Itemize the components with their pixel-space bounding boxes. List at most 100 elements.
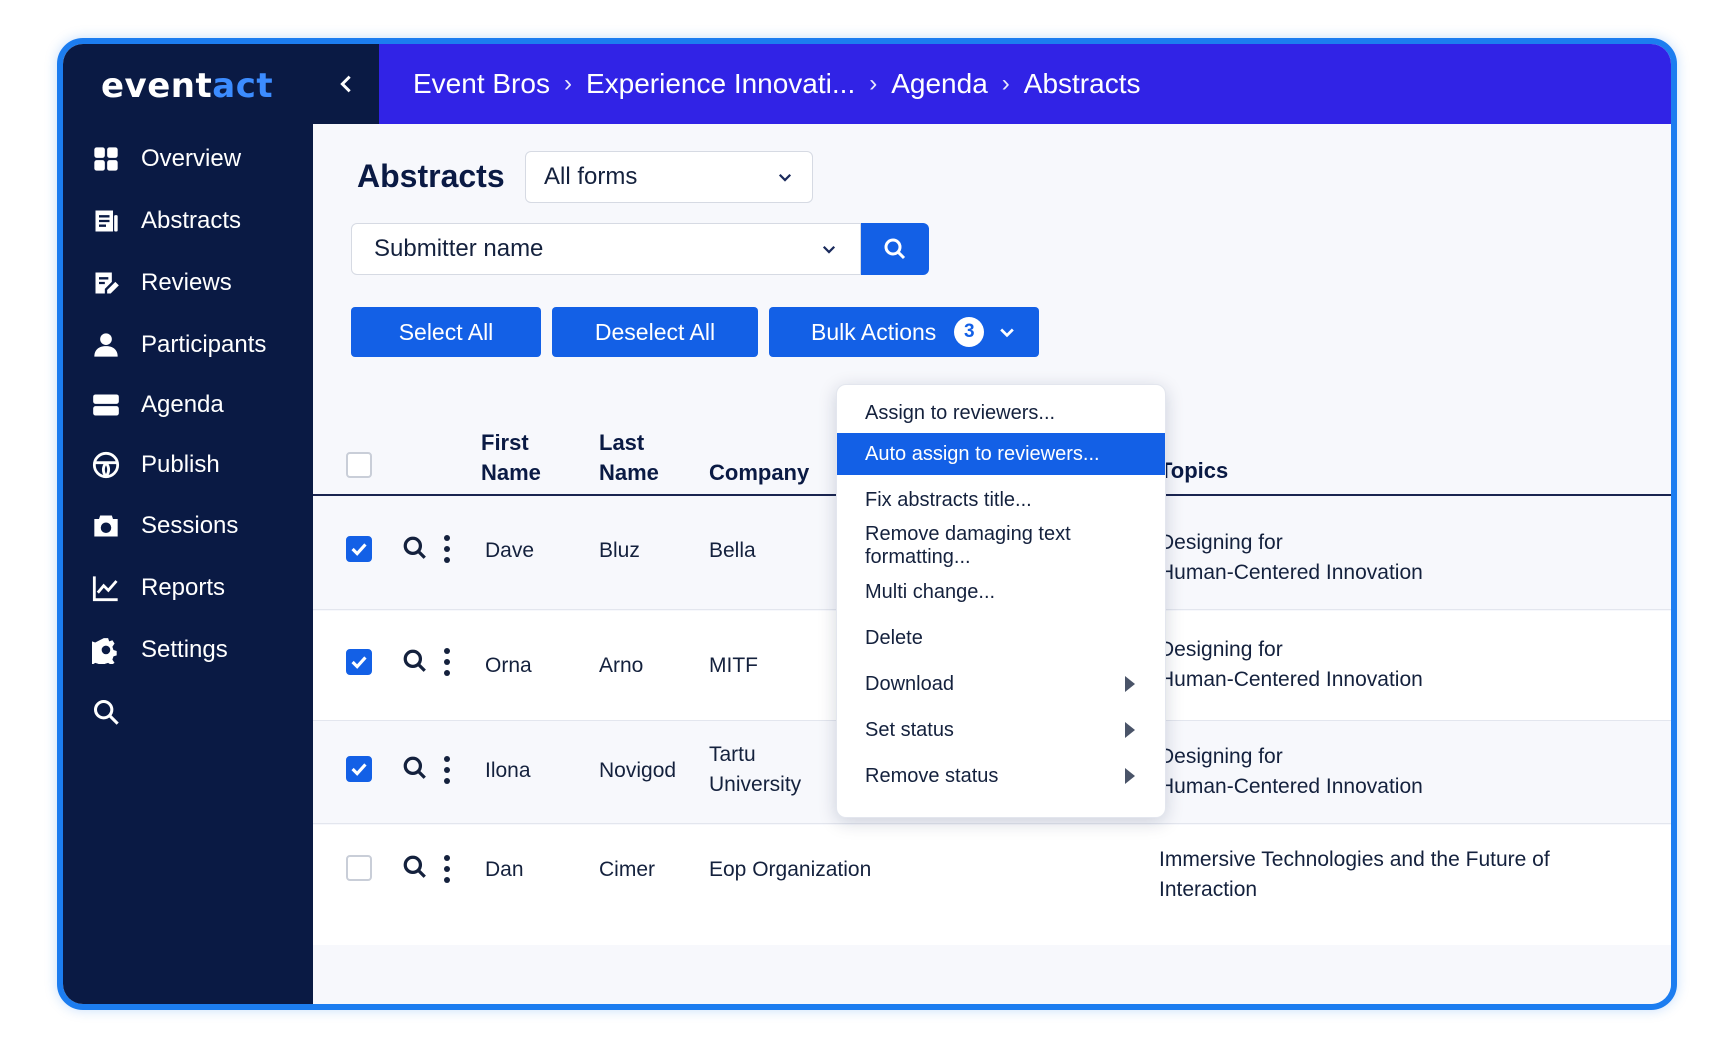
row-checkbox[interactable]: [346, 649, 372, 675]
bulk-actions-label: Bulk Actions: [811, 318, 937, 345]
caret-right-icon: [1125, 676, 1135, 692]
view-icon[interactable]: [402, 535, 430, 563]
caret-right-icon: [1125, 768, 1135, 784]
sidebar-item-label: Reports: [141, 574, 226, 601]
cell-company: Tartu University: [709, 743, 802, 796]
menu-item-multi-change[interactable]: Multi change...: [837, 570, 1165, 614]
breadcrumb-item-abstracts[interactable]: Abstracts: [1024, 68, 1141, 100]
sidebar-item-label: Sessions: [141, 512, 239, 539]
more-options-icon[interactable]: [442, 535, 452, 563]
bulk-actions-button[interactable]: Bulk Actions 3: [769, 307, 1039, 357]
form-select[interactable]: All forms: [525, 151, 813, 203]
cell-last-name: Cimer: [599, 858, 655, 881]
column-header-last-name[interactable]: Last Name: [599, 428, 659, 488]
column-header-topics[interactable]: Topics: [1159, 456, 1228, 486]
checkmark-icon: [351, 543, 367, 556]
person-icon: [91, 330, 121, 360]
checkmark-icon: [351, 656, 367, 669]
sidebar-item-label: Overview: [141, 145, 242, 172]
menu-item-auto-assign-reviewers[interactable]: Auto assign to reviewers...: [837, 433, 1165, 475]
gear-icon: [91, 635, 121, 665]
logo-text-event: event: [101, 66, 213, 106]
caret-right-icon: [1125, 722, 1135, 738]
cell-topics: Immersive Technologies and the Future of…: [1159, 848, 1550, 901]
menu-item-download[interactable]: Download: [837, 662, 1165, 706]
menu-item-remove-formatting[interactable]: Remove damaging text formatting...: [837, 523, 1165, 568]
sidebar-item-label: Reviews: [141, 269, 232, 296]
breadcrumb-item-event[interactable]: Event Bros: [413, 68, 550, 100]
breadcrumb-separator: ›: [1001, 70, 1010, 97]
cell-topics: Designing for Human-Centered Innovation: [1159, 638, 1423, 691]
sidebar-item-settings[interactable]: Settings: [91, 625, 301, 675]
camera-icon: [91, 511, 121, 541]
bulk-actions-menu: Assign to reviewers... Auto assign to re…: [836, 384, 1166, 818]
sidebar-item-label: Agenda: [141, 391, 224, 418]
cell-topics: Designing for Human-Centered Innovation: [1159, 531, 1423, 584]
sidebar-item-label: Settings: [141, 636, 228, 663]
search-field-value: Submitter name: [374, 235, 544, 262]
form-select-value: All forms: [544, 163, 638, 190]
more-options-icon[interactable]: [442, 855, 452, 883]
logo[interactable]: eventact: [101, 66, 273, 106]
sidebar-item-label: Publish: [141, 451, 220, 478]
more-options-icon[interactable]: [442, 756, 452, 784]
menu-item-fix-titles[interactable]: Fix abstracts title...: [837, 478, 1165, 522]
search-button[interactable]: [861, 223, 929, 275]
menu-item-remove-status[interactable]: Remove status: [837, 754, 1165, 798]
page-title: Abstracts: [357, 158, 505, 194]
sidebar: eventact Overview Abstracts Reviews Part: [63, 44, 313, 1004]
cell-first-name: Orna: [485, 654, 532, 677]
menu-item-assign-reviewers[interactable]: Assign to reviewers...: [837, 391, 1165, 435]
row-checkbox[interactable]: [346, 756, 372, 782]
chevron-down-icon: [778, 173, 792, 182]
cell-last-name: Novigod: [599, 759, 677, 782]
menu-item-delete[interactable]: Delete: [837, 616, 1165, 660]
chevron-left-icon: [340, 75, 351, 93]
main-content: Abstracts All forms Submitter name Selec…: [313, 124, 1671, 1004]
chevron-down-icon: [822, 245, 836, 254]
agenda-icon: [91, 390, 121, 420]
breadcrumb-item-experience[interactable]: Experience Innovati...: [586, 68, 855, 100]
breadcrumb-item-agenda[interactable]: Agenda: [891, 68, 988, 100]
cell-topics: Designing for Human-Centered Innovation: [1159, 745, 1423, 798]
sidebar-item-agenda[interactable]: Agenda: [91, 380, 301, 430]
sidebar-item-label: Participants: [141, 331, 267, 358]
view-icon[interactable]: [402, 648, 430, 676]
breadcrumb-separator: ›: [869, 70, 878, 97]
view-icon[interactable]: [402, 755, 430, 783]
search-icon: [884, 238, 906, 260]
cell-last-name: Arno: [599, 654, 644, 677]
menu-item-set-status[interactable]: Set status: [837, 708, 1165, 752]
sidebar-item-search[interactable]: [91, 687, 301, 737]
sidebar-item-reviews[interactable]: Reviews: [91, 258, 301, 308]
line-chart-icon: [91, 573, 121, 603]
column-header-first-name[interactable]: First Name: [481, 428, 541, 488]
sidebar-item-publish[interactable]: Publish: [91, 440, 301, 490]
back-button[interactable]: [313, 44, 379, 124]
select-all-checkbox[interactable]: [346, 452, 372, 478]
sidebar-item-abstracts[interactable]: Abstracts: [91, 196, 301, 246]
table-row[interactable]: Dan Cimer Eop Organization Immersive Tec…: [313, 825, 1671, 945]
globe-icon: [91, 450, 121, 480]
breadcrumb-separator: ›: [563, 70, 572, 97]
sidebar-item-overview[interactable]: Overview: [91, 134, 301, 184]
more-options-icon[interactable]: [442, 648, 452, 676]
select-all-button[interactable]: Select All: [351, 307, 541, 357]
cell-company: Bella: [709, 539, 756, 562]
selected-count-badge: 3: [954, 317, 985, 347]
checkmark-icon: [351, 763, 367, 776]
row-checkbox[interactable]: [346, 855, 372, 881]
row-checkbox[interactable]: [346, 536, 372, 562]
sidebar-item-sessions[interactable]: Sessions: [91, 501, 301, 551]
breadcrumb: Event Bros › Experience Innovati... › Ag…: [413, 44, 1140, 124]
sidebar-item-participants[interactable]: Participants: [91, 320, 301, 370]
column-header-company[interactable]: Company: [709, 458, 809, 488]
deselect-all-button[interactable]: Deselect All: [552, 307, 758, 357]
sidebar-item-reports[interactable]: Reports: [91, 563, 301, 613]
search-field-select[interactable]: Submitter name: [351, 223, 861, 275]
grid-icon: [91, 144, 121, 174]
cell-first-name: Dan: [485, 858, 524, 881]
cell-company: MITF: [709, 654, 758, 677]
document-list-icon: [91, 206, 121, 236]
view-icon[interactable]: [402, 854, 430, 882]
